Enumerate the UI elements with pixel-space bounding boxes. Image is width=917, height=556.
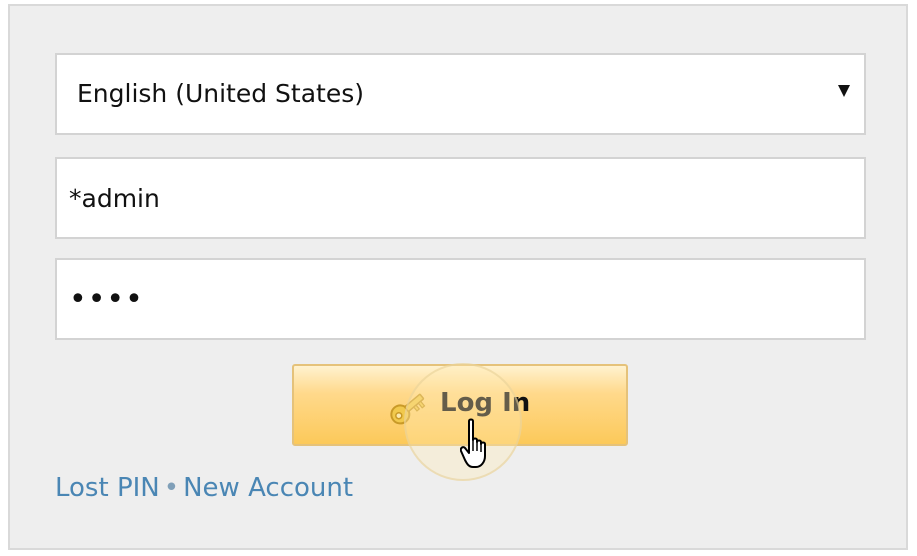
key-icon: [390, 393, 426, 425]
link-separator: •: [163, 473, 180, 503]
account-links: Lost PIN • New Account: [55, 473, 353, 503]
chevron-down-icon[interactable]: [838, 85, 850, 97]
login-panel: English (United States) Log In Lost PIN•…: [8, 4, 908, 550]
login-button-label: Log In: [440, 388, 531, 418]
language-select[interactable]: English (United States): [55, 53, 866, 135]
new-account-link[interactable]: New Account: [183, 473, 353, 503]
login-button[interactable]: Log In: [292, 364, 628, 446]
username-input[interactable]: [55, 157, 866, 239]
lost-pin-link[interactable]: Lost PIN: [55, 473, 160, 503]
password-input[interactable]: [55, 258, 866, 340]
language-select-value: English (United States): [77, 79, 365, 108]
